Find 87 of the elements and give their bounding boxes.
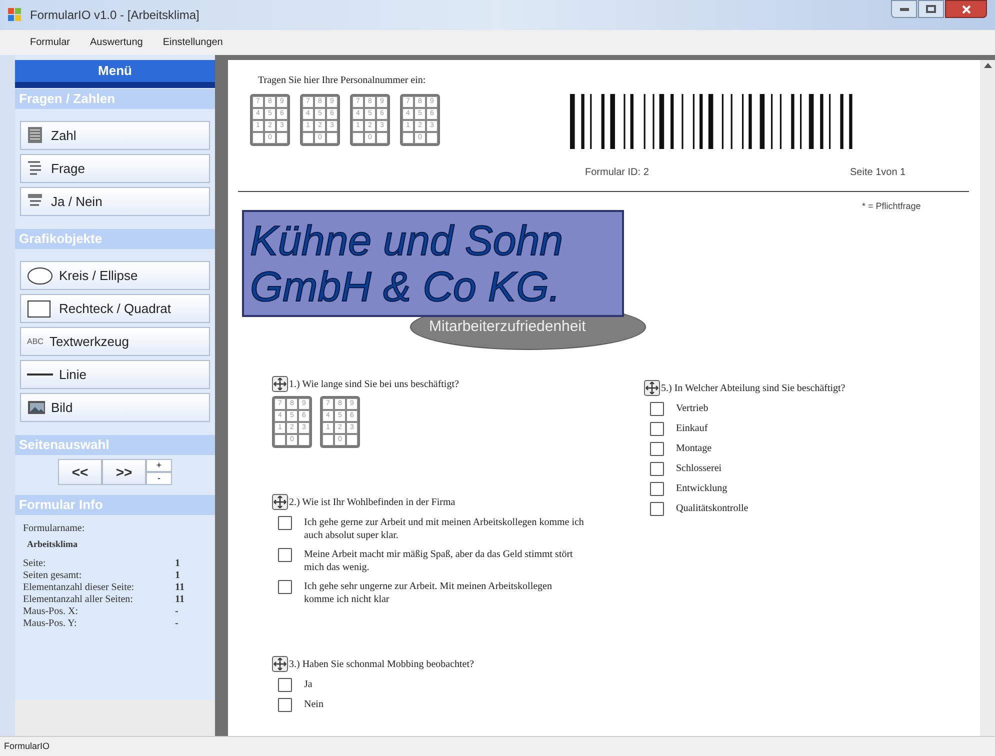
window-title: FormularIO v1.0 - [Arbeitsklima] — [30, 7, 200, 24]
tool-button[interactable]: Kreis / Ellipse — [20, 261, 210, 290]
option-label: Einkauf — [676, 422, 709, 435]
question-text: 3.) Haben Sie schonmal Mobbing beobachtet? — [289, 658, 474, 672]
logo-subtitle: Mitarbeiterzufriedenheit — [429, 317, 586, 337]
info-label: Maus-Pos. X: — [23, 606, 80, 618]
info-label: Seite: — [23, 558, 47, 570]
next-page-button[interactable]: >> — [102, 459, 146, 485]
checkbox[interactable] — [650, 422, 664, 436]
menu-item[interactable]: Einstellungen — [162, 35, 223, 50]
section-header: Fragen / Zahlen — [15, 89, 215, 109]
tool-button[interactable]: Frage — [20, 154, 210, 183]
question-text: 1.) Wie lange sind Sie bei uns beschäftigt? — [289, 378, 459, 392]
tool-button[interactable]: Linie — [20, 360, 210, 389]
checkbox[interactable] — [278, 548, 292, 562]
option-label: Ich gehe gerne zur Arbeit und mit meinen Arbeitskollegen komme ich auch absolut super klar. — [304, 516, 584, 542]
info-value: - — [175, 618, 178, 630]
checkbox[interactable] — [650, 502, 664, 516]
line-icon — [27, 373, 53, 376]
menu-item[interactable]: Formular — [30, 35, 70, 50]
info-label: Elementanzahl aller Seiten: — [23, 594, 134, 606]
tool-button[interactable]: Rechteck / Quadrat — [20, 294, 210, 323]
checkbox[interactable] — [650, 462, 664, 476]
option-label: Qualitätskontrolle — [676, 502, 750, 515]
option-label: Ja — [304, 678, 314, 691]
move-icon — [644, 380, 660, 396]
info-label: Maus-Pos. Y: — [23, 618, 78, 630]
checkbox[interactable] — [278, 516, 292, 530]
tool-button[interactable]: Ja / Nein — [20, 187, 210, 216]
checkbox[interactable] — [650, 402, 664, 416]
option-label: Schlosserei — [676, 462, 723, 475]
move-icon — [272, 656, 288, 672]
instruction-text: Tragen Sie hier Ihre Personalnummer ein: — [258, 74, 426, 88]
option-label: Nein — [304, 698, 324, 711]
checkbox[interactable] — [278, 580, 292, 594]
app-icon — [8, 8, 22, 22]
option-label: Entwicklung — [676, 482, 728, 495]
checkbox[interactable] — [278, 698, 292, 712]
previous-page-button[interactable]: << — [58, 459, 102, 485]
tool-button[interactable]: Bild — [20, 393, 210, 422]
info-label: Formularname: — [23, 522, 86, 536]
close-icon — [962, 4, 970, 14]
grid-icon — [27, 126, 45, 144]
spinner-up-button[interactable]: + — [146, 459, 172, 472]
info-label: Seiten gesamt: — [23, 570, 83, 582]
logo-text: Kühne und Sohn — [250, 218, 564, 264]
option-label: Vertrieb — [676, 402, 710, 415]
close-button[interactable] — [945, 0, 987, 18]
square-icon — [27, 300, 53, 318]
spinner-down-button[interactable]: - — [146, 472, 172, 485]
checkbox[interactable] — [650, 482, 664, 496]
minimize-icon — [900, 8, 908, 10]
required-note: * = Pflichtfrage — [862, 200, 921, 213]
option-label: Meine Arbeit macht mir mäßig Spaß, aber da das Geld stimmt stört mich das wenig. — [304, 548, 574, 574]
info-value: 1 — [175, 570, 180, 582]
section-header: Formular Info — [15, 495, 215, 515]
section-header: Seitenauswahl — [15, 435, 215, 455]
info-value: 11 — [175, 582, 184, 594]
circle-icon — [27, 266, 53, 284]
menu-item[interactable]: Auswertung — [90, 35, 143, 50]
logo-text: GmbH & Co KG. — [250, 264, 562, 310]
form-name: Arbeitsklima — [26, 538, 78, 551]
minimize-button[interactable] — [891, 0, 917, 18]
option-label: Montage — [676, 442, 713, 455]
scroll-up-icon[interactable] — [984, 63, 992, 68]
section-header: Grafikobjekte — [15, 229, 215, 249]
question-text: 5.) In Welcher Abteilung sind Sie beschäftigt? — [661, 382, 846, 396]
move-icon — [272, 494, 288, 510]
image-icon — [27, 398, 45, 416]
tool-button[interactable]: ABC Textwerkzeug — [20, 327, 210, 356]
status-text: FormularIO — [4, 740, 50, 753]
maximize-icon — [926, 5, 936, 13]
option-label: Ich gehe sehr ungerne zur Arbeit. Mit meinen Arbeitskollegen komme ich nicht klar — [304, 580, 553, 606]
form-id-text: Formular ID: 2 — [585, 166, 649, 180]
info-label: Elementanzahl dieser Seite: — [23, 582, 136, 594]
page-number-text: Seite 1von 1 — [850, 166, 906, 180]
info-value: 1 — [175, 558, 180, 570]
question-text: 2.) Wie ist Ihr Wohlbefinden in der Firma — [289, 496, 456, 510]
tool-button[interactable]: Zahl — [20, 121, 210, 150]
abc-icon: ABC — [27, 336, 44, 348]
maximize-button[interactable] — [918, 0, 944, 18]
sidebar-title: Menü — [15, 60, 215, 88]
info-value: - — [175, 606, 178, 618]
checkbox[interactable] — [650, 442, 664, 456]
checkbox[interactable] — [278, 678, 292, 692]
move-icon — [272, 376, 288, 392]
info-value: 11 — [175, 594, 184, 606]
